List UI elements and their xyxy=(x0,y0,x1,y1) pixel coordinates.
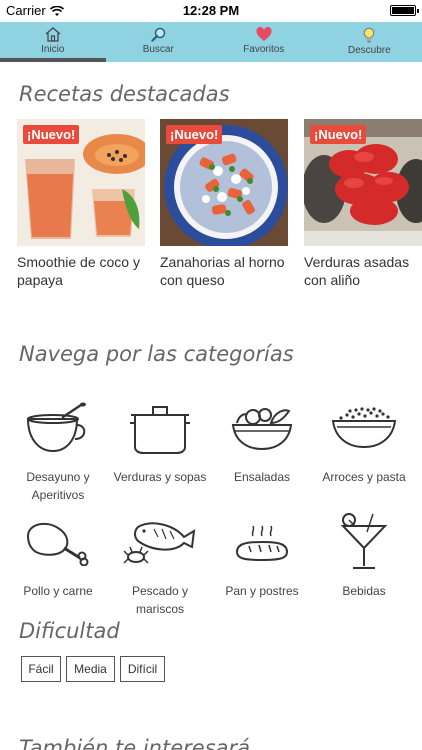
tab-label: Descubre xyxy=(347,45,391,56)
tab-bar: Inicio Buscar Favoritos Descubre xyxy=(0,22,422,62)
rice-bowl-icon xyxy=(331,407,397,449)
category-label: Arroces y pasta xyxy=(322,470,406,484)
category-label: Ensaladas xyxy=(233,470,291,484)
category-label: Desayuno y Aperitivos xyxy=(26,470,90,502)
tab-buscar[interactable]: Buscar xyxy=(106,22,212,62)
category-label: Pollo y carne xyxy=(23,584,93,598)
category-arroces[interactable]: Arroces y pasta xyxy=(314,398,414,486)
category-pollo[interactable]: Pollo y carne xyxy=(8,512,108,600)
tab-label: Buscar xyxy=(142,44,174,55)
status-bar: Carrier 12:28 PM xyxy=(0,0,422,22)
category-label: Pan y postres xyxy=(225,584,299,598)
difficulty-easy-button[interactable]: Fácil xyxy=(21,656,61,682)
difficulty-medium-button[interactable]: Media xyxy=(66,656,115,682)
recipe-photo: ¡Nuevo! xyxy=(160,119,288,246)
recipe-card[interactable]: ¡Nuevo! Smoothie de coco y papaya xyxy=(17,119,145,289)
bread-icon xyxy=(235,525,289,562)
category-label: Verduras y sopas xyxy=(113,470,207,484)
category-ensaladas[interactable]: Ensaladas xyxy=(212,398,312,486)
difficulty-title: Dificultad xyxy=(19,619,120,643)
new-badge: ¡Nuevo! xyxy=(166,125,223,144)
featured-title: Recetas destacadas xyxy=(19,82,230,106)
recipe-title: Smoothie de coco y papaya xyxy=(17,254,140,288)
cocktail-icon xyxy=(340,513,388,569)
tab-descubre[interactable]: Descubre xyxy=(317,22,422,62)
category-verduras[interactable]: Verduras y sopas xyxy=(110,398,210,486)
category-bebidas[interactable]: Bebidas xyxy=(314,512,414,600)
categories-title: Navega por las categorías xyxy=(19,342,294,366)
recipe-card[interactable]: ¡Nuevo! Zanahorias al horno con queso xyxy=(160,119,288,289)
search-icon xyxy=(151,27,165,42)
category-desayuno[interactable]: Desayuno y Aperitivos xyxy=(8,398,108,504)
new-badge: ¡Nuevo! xyxy=(23,125,80,144)
tab-favoritos[interactable]: Favoritos xyxy=(211,22,317,62)
new-badge: ¡Nuevo! xyxy=(310,125,367,144)
difficulty-hard-button[interactable]: Difícil xyxy=(120,656,165,682)
pot-icon xyxy=(130,406,190,454)
tab-label: Inicio xyxy=(41,44,65,55)
category-label: Bebidas xyxy=(342,584,386,598)
tab-label: Favoritos xyxy=(243,44,285,55)
recipe-card[interactable]: ¡Nuevo! Verduras asadas con aliño xyxy=(304,119,422,289)
fish-icon xyxy=(123,522,196,564)
battery-icon xyxy=(390,5,419,16)
chicken-leg-icon xyxy=(26,522,89,566)
heart-icon xyxy=(256,27,272,41)
recipe-photo: ¡Nuevo! xyxy=(304,119,422,246)
recipe-title: Verduras asadas con aliño xyxy=(304,254,410,288)
category-pescado[interactable]: Pescado y mariscos xyxy=(110,512,210,618)
cup-icon xyxy=(26,402,86,453)
recipe-photo: ¡Nuevo! xyxy=(17,119,145,246)
tab-inicio[interactable]: Inicio xyxy=(0,22,106,62)
recipe-title: Zanahorias al horno con queso xyxy=(160,254,285,288)
more-title: También te interesará xyxy=(19,736,251,750)
category-pan[interactable]: Pan y postres xyxy=(212,512,312,600)
category-label: Pescado y mariscos xyxy=(131,584,189,616)
home-icon xyxy=(45,27,61,42)
salad-bowl-icon xyxy=(231,408,293,451)
clock: 12:28 PM xyxy=(182,3,240,18)
lightbulb-icon xyxy=(363,27,375,43)
